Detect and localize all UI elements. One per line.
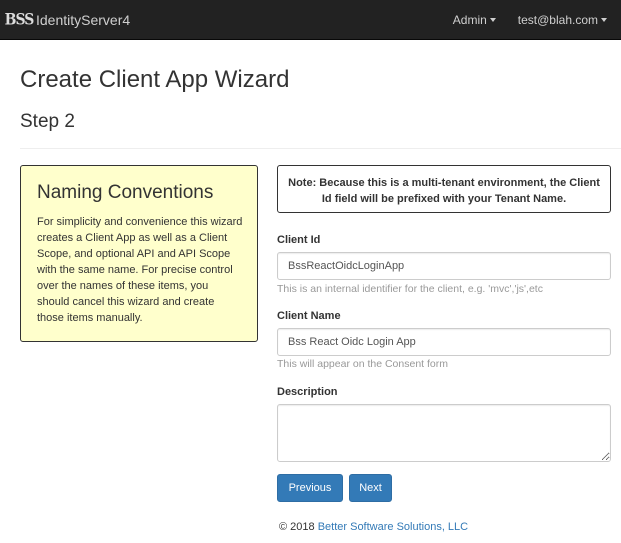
divider xyxy=(20,148,621,149)
chevron-down-icon xyxy=(601,18,607,22)
brand-link[interactable]: BSS IdentityServer4 xyxy=(4,8,131,32)
navbar-right-menu: Admin test@blah.com xyxy=(453,0,621,40)
client-id-help: This is an internal identifier for the c… xyxy=(277,283,543,295)
description-textarea[interactable] xyxy=(277,404,611,462)
footer-company-link[interactable]: Better Software Solutions, LLC xyxy=(318,521,468,533)
admin-menu-label: Admin xyxy=(452,13,487,27)
brand-name: IdentityServer4 xyxy=(36,12,131,28)
client-name-label: Client Name xyxy=(277,310,341,322)
next-button[interactable]: Next xyxy=(349,474,392,502)
user-menu-label: test@blah.com xyxy=(517,13,598,27)
naming-conventions-panel: Naming Conventions For simplicity and co… xyxy=(20,165,258,342)
footer: © 2018 Better Software Solutions, LLC xyxy=(279,521,468,533)
previous-button[interactable]: Previous xyxy=(277,474,343,502)
tenant-note: Note: Because this is a multi-tenant env… xyxy=(277,165,611,213)
admin-menu[interactable]: Admin xyxy=(453,13,496,27)
naming-conventions-text: For simplicity and convenience this wiza… xyxy=(37,216,243,324)
step-title: Step 2 xyxy=(20,111,75,132)
description-label: Description xyxy=(277,386,338,398)
bss-logo-icon: BSS xyxy=(4,10,35,30)
client-id-label: Client Id xyxy=(277,234,321,246)
footer-copyright: © 2018 xyxy=(279,521,315,533)
navbar: BSS IdentityServer4 Admin test@blah.com xyxy=(0,0,621,40)
client-id-input[interactable] xyxy=(277,252,611,280)
client-name-input[interactable] xyxy=(277,328,611,356)
chevron-down-icon xyxy=(489,18,496,22)
page-title: Create Client App Wizard xyxy=(20,66,290,93)
user-menu[interactable]: test@blah.com xyxy=(518,13,607,27)
naming-conventions-title: Naming Conventions xyxy=(37,182,214,203)
client-name-help: This will appear on the Consent form xyxy=(277,358,448,370)
